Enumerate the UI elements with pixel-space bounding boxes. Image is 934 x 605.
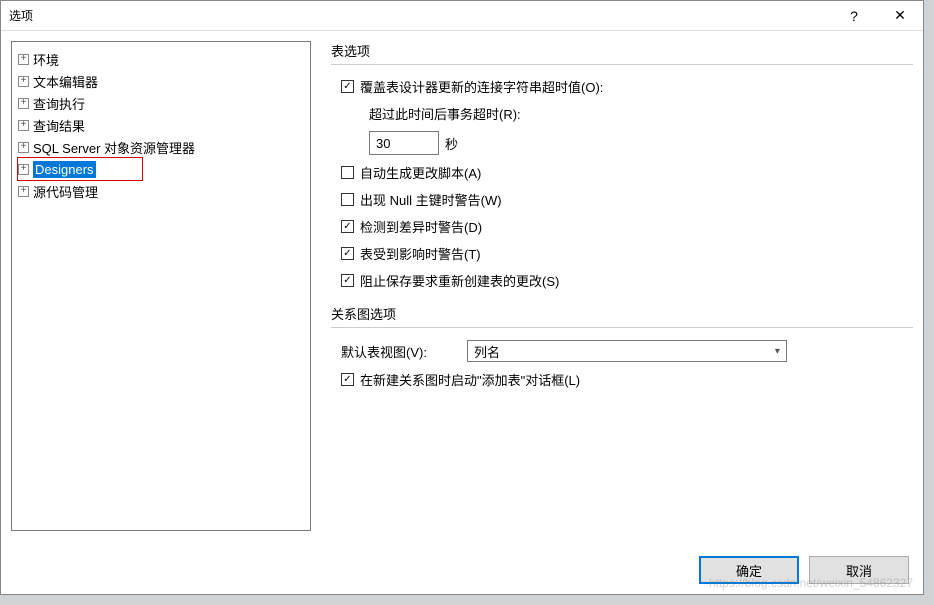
affectwarn-row[interactable]: 表受到影响时警告(T): [341, 244, 913, 263]
tree-label: SQL Server 对象资源管理器: [33, 138, 195, 157]
window-title: 选项: [9, 7, 33, 24]
autoscript-row[interactable]: 自动生成更改脚本(A): [341, 163, 913, 182]
button-label: 取消: [846, 561, 872, 580]
options-panel: 表选项 覆盖表设计器更新的连接字符串超时值(O): 超过此时间后事务超时(R):…: [311, 41, 913, 531]
checkbox-icon[interactable]: [341, 373, 354, 386]
select-value: 列名: [474, 342, 500, 361]
option-label: 出现 Null 主键时警告(W): [360, 190, 502, 209]
help-button[interactable]: ?: [831, 1, 877, 31]
checkbox-icon[interactable]: [341, 193, 354, 206]
option-label: 表受到影响时警告(T): [360, 244, 481, 263]
launchadd-row[interactable]: 在新建关系图时启动"添加表"对话框(L): [341, 370, 913, 389]
plus-icon[interactable]: +: [18, 54, 29, 65]
diagram-options-group: 关系图选项 默认表视图(V): 列名 ▾ 在新建关系图时启动"添加表"对话框(L…: [331, 304, 913, 389]
nullwarn-row[interactable]: 出现 Null 主键时警告(W): [341, 190, 913, 209]
checkbox-icon[interactable]: [341, 166, 354, 179]
tree-label: 源代码管理: [33, 182, 98, 201]
checkbox-icon[interactable]: [341, 220, 354, 233]
tree-item-designers[interactable]: + Designers: [18, 158, 142, 180]
override-connection-row[interactable]: 覆盖表设计器更新的连接字符串超时值(O):: [341, 77, 913, 96]
tree-label: 查询执行: [33, 94, 85, 113]
diffwarn-row[interactable]: 检测到差异时警告(D): [341, 217, 913, 236]
checkbox-icon[interactable]: [341, 80, 354, 93]
option-label: 超过此时间后事务超时(R):: [369, 104, 521, 123]
timeout-input[interactable]: [369, 131, 439, 155]
cancel-button[interactable]: 取消: [809, 556, 909, 584]
dialog-footer: 确定 取消: [699, 556, 909, 584]
group-title: 表选项: [331, 41, 913, 65]
timeout-label-row: 超过此时间后事务超时(R):: [369, 104, 913, 123]
decoration: [924, 0, 934, 605]
tree-label: Designers: [33, 161, 96, 178]
option-label: 检测到差异时警告(D): [360, 217, 482, 236]
ok-button[interactable]: 确定: [699, 556, 799, 584]
plus-icon[interactable]: +: [18, 186, 29, 197]
tree-item-queryresult[interactable]: + 查询结果: [14, 114, 308, 136]
tree-item-smo[interactable]: + SQL Server 对象资源管理器: [14, 136, 308, 158]
default-view-row: 默认表视图(V): 列名 ▾: [341, 340, 913, 362]
option-label: 默认表视图(V):: [341, 342, 427, 361]
dialog-body: + 环境 + 文本编辑器 + 查询执行 + 查询结果 + SQL Server …: [1, 31, 923, 531]
option-label: 阻止保存要求重新创建表的更改(S): [360, 271, 559, 290]
option-label: 自动生成更改脚本(A): [360, 163, 481, 182]
plus-icon[interactable]: +: [18, 142, 29, 153]
group-title: 关系图选项: [331, 304, 913, 328]
button-label: 确定: [736, 561, 762, 580]
tree-item-texteditor[interactable]: + 文本编辑器: [14, 70, 308, 92]
chevron-down-icon: ▾: [775, 346, 780, 357]
tree-label: 文本编辑器: [33, 72, 98, 91]
default-view-select[interactable]: 列名 ▾: [467, 340, 787, 362]
options-dialog: 选项 ? ✕ + 环境 + 文本编辑器 + 查询执行 + 查询结果 +: [0, 0, 924, 595]
option-label: 覆盖表设计器更新的连接字符串超时值(O):: [360, 77, 603, 96]
checkbox-icon[interactable]: [341, 247, 354, 260]
plus-icon[interactable]: +: [18, 164, 29, 175]
tree-item-queryexec[interactable]: + 查询执行: [14, 92, 308, 114]
tree-label: 查询结果: [33, 116, 85, 135]
timeout-input-row: 秒: [369, 131, 913, 155]
plus-icon[interactable]: +: [18, 120, 29, 131]
table-options-group: 表选项 覆盖表设计器更新的连接字符串超时值(O): 超过此时间后事务超时(R):…: [331, 41, 913, 290]
option-label: 在新建关系图时启动"添加表"对话框(L): [360, 370, 580, 389]
tree-item-sourcecontrol[interactable]: + 源代码管理: [14, 180, 308, 202]
title-bar: 选项 ? ✕: [1, 1, 923, 31]
tree-item-env[interactable]: + 环境: [14, 48, 308, 70]
preventsave-row[interactable]: 阻止保存要求重新创建表的更改(S): [341, 271, 913, 290]
plus-icon[interactable]: +: [18, 76, 29, 87]
timeout-unit: 秒: [445, 134, 458, 153]
category-tree[interactable]: + 环境 + 文本编辑器 + 查询执行 + 查询结果 + SQL Server …: [11, 41, 311, 531]
plus-icon[interactable]: +: [18, 98, 29, 109]
checkbox-icon[interactable]: [341, 274, 354, 287]
close-button[interactable]: ✕: [877, 1, 923, 31]
tree-label: 环境: [33, 50, 59, 69]
decoration: [0, 595, 934, 605]
